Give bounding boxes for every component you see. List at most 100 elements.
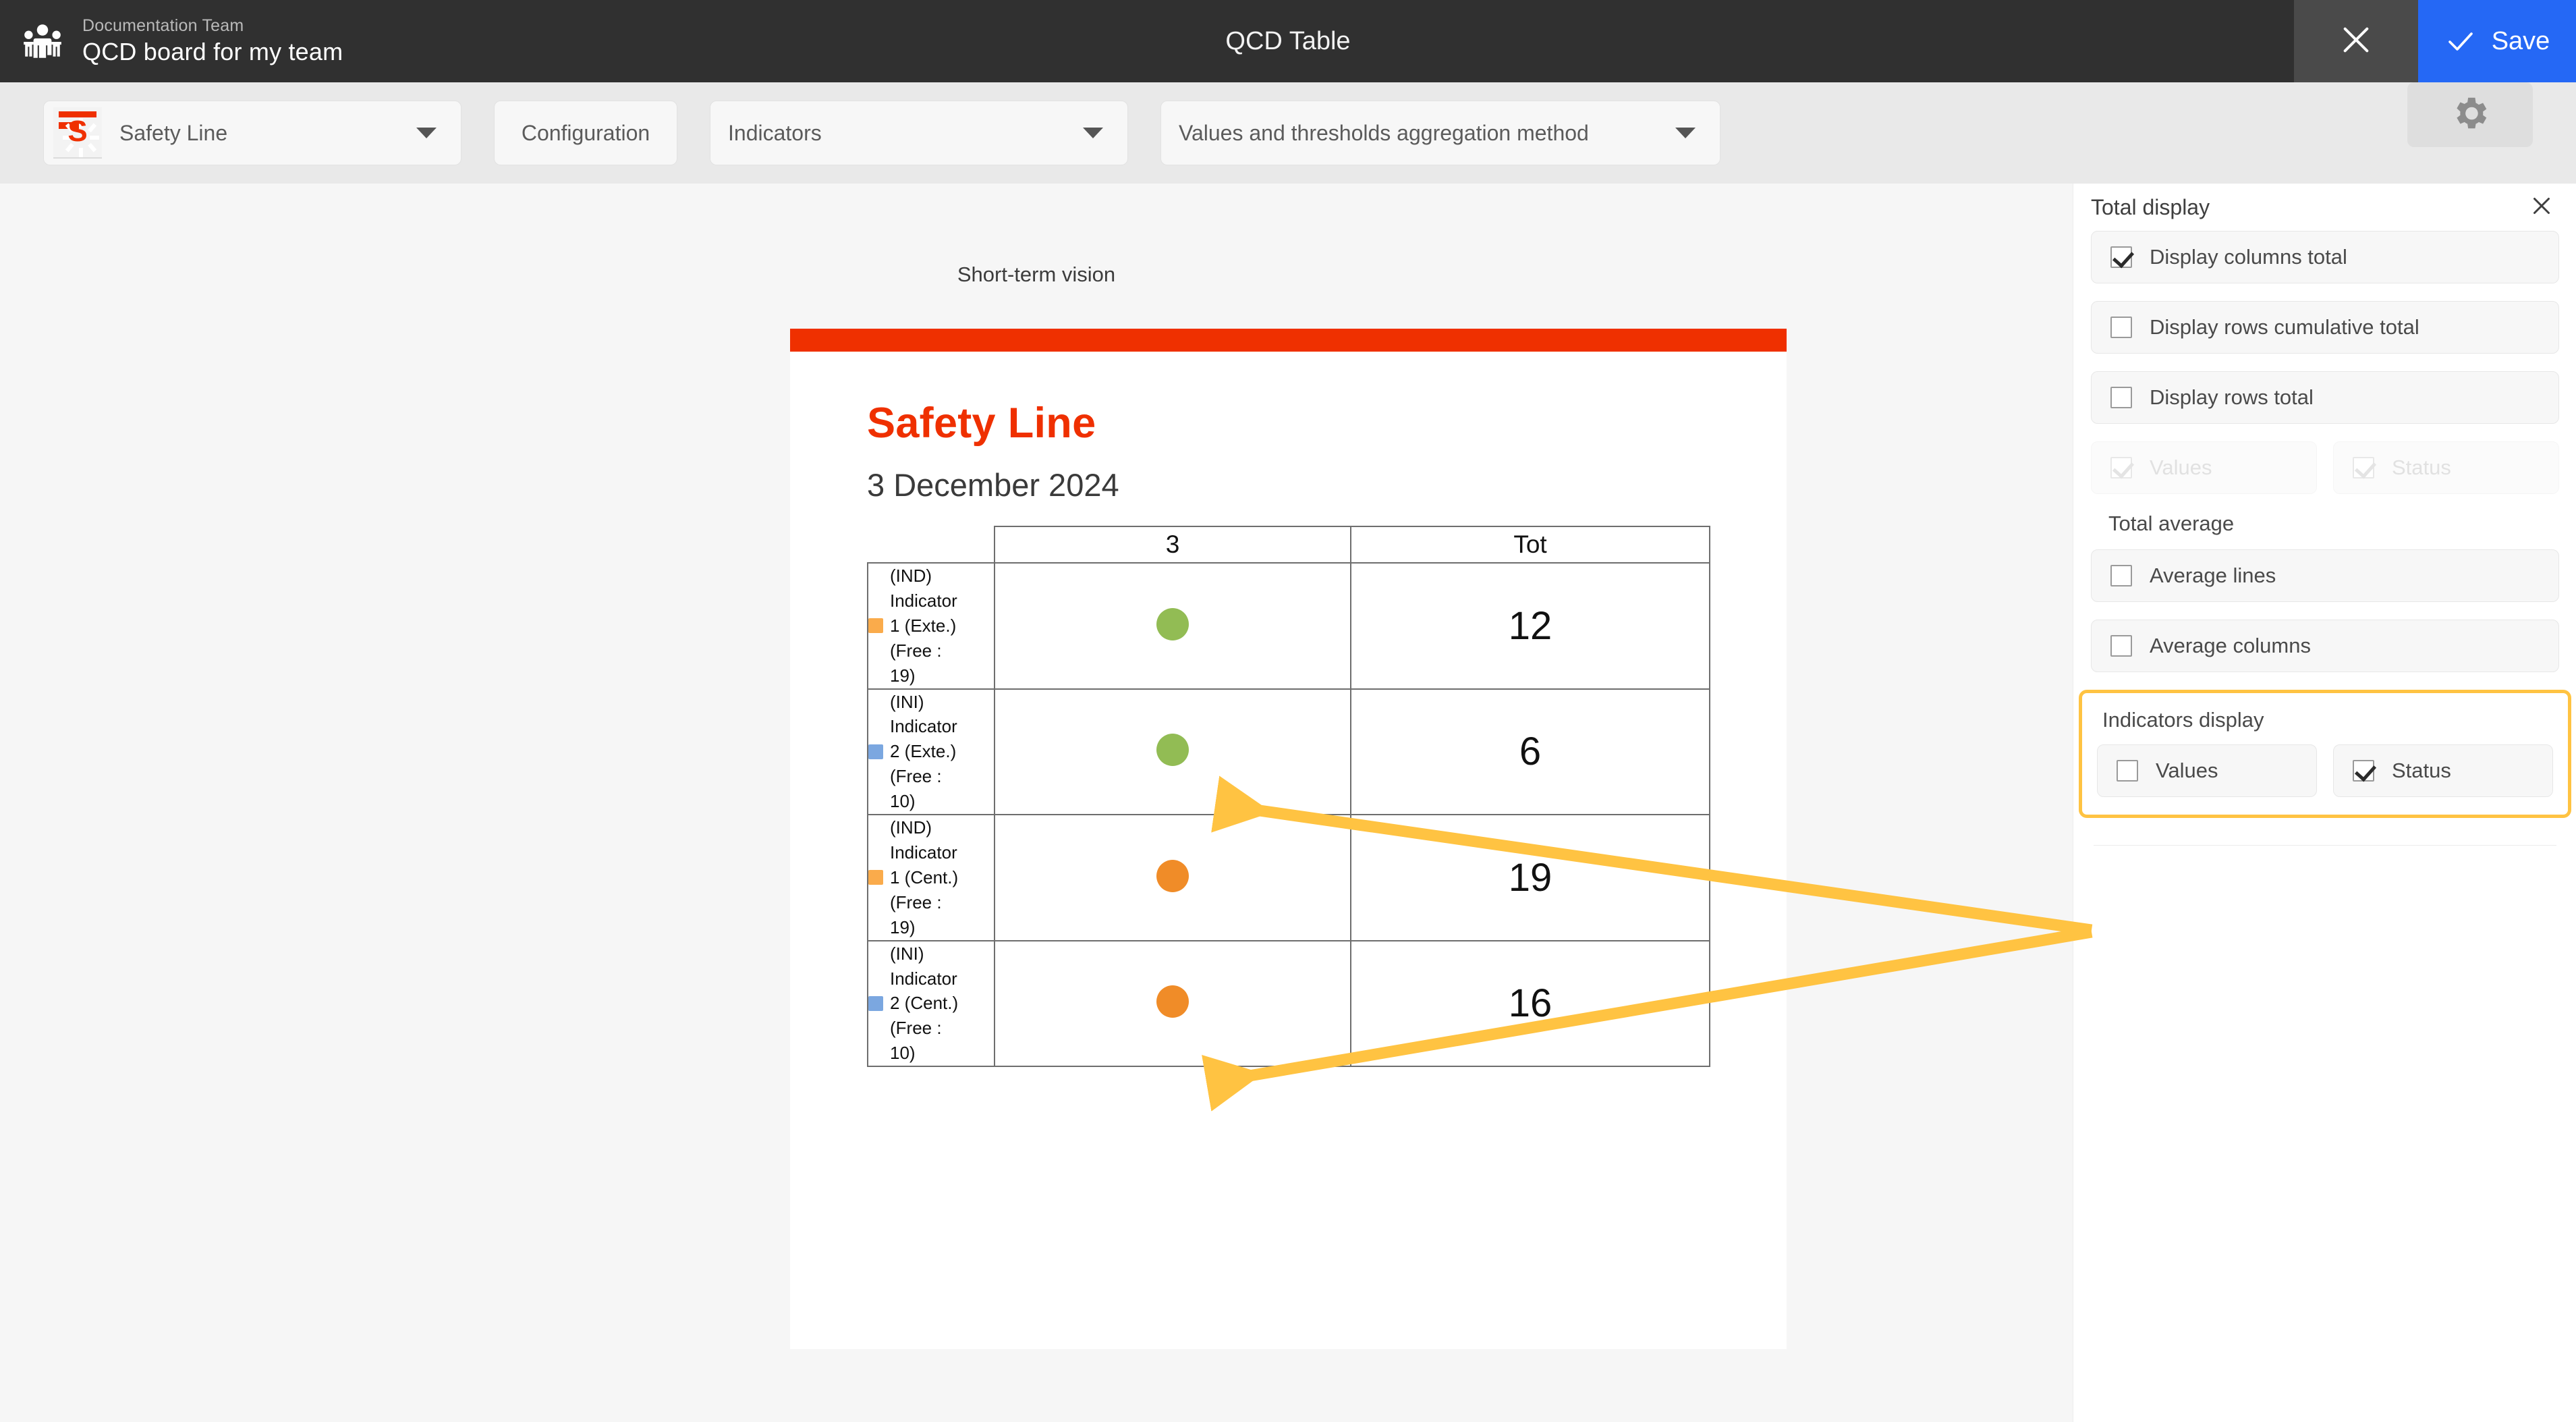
aggregation-method-dropdown[interactable]: Values and thresholds aggregation method bbox=[1160, 101, 1720, 165]
checkbox-checked-icon bbox=[2110, 457, 2132, 478]
indicators-dropdown[interactable]: Indicators bbox=[710, 101, 1128, 165]
titlebar-actions: Save bbox=[2294, 0, 2576, 82]
table-header-corner bbox=[868, 526, 995, 563]
status-dot-orange bbox=[1156, 985, 1189, 1018]
total-cell: 19 bbox=[1350, 814, 1710, 941]
panel-close-button[interactable] bbox=[2527, 192, 2556, 222]
total-display-option-status: Status bbox=[2333, 441, 2559, 494]
qcd-document-card: Safety Line 3 December 2024 3 Tot (IND) I… bbox=[790, 329, 1787, 1349]
table-header-col-3: 3 bbox=[994, 526, 1351, 564]
people-group-icon bbox=[20, 19, 65, 63]
row-label-cell: (INI) Indicator 2 (Cent.) (Free :10) bbox=[867, 939, 995, 1068]
row-label-text: (IND) Indicator 1 (Cent.) (Free :19) bbox=[890, 817, 959, 937]
table-row: (IND) Indicator 1 (Exte.) (Free :19) 12 bbox=[867, 562, 1710, 690]
chevron-down-icon bbox=[1675, 128, 1696, 138]
option-label: Average columns bbox=[2150, 634, 2311, 657]
row-color-swatch bbox=[868, 618, 883, 634]
status-dot-green bbox=[1156, 607, 1189, 640]
chevron-down-icon bbox=[1083, 128, 1103, 138]
option-row: Display rows cumulative total bbox=[2073, 301, 2576, 354]
card-title: Safety Line bbox=[867, 400, 1096, 447]
indicators-display-option-values[interactable]: Values bbox=[2097, 744, 2317, 797]
close-icon bbox=[2337, 21, 2375, 62]
option-display-rows-cumulative-total[interactable]: Display rows cumulative total bbox=[2091, 301, 2559, 354]
table-row: (INI) Indicator 2 (Cent.) (Free :10) 16 bbox=[867, 939, 1710, 1068]
settings-button[interactable] bbox=[2407, 82, 2533, 147]
checkbox-checked-icon[interactable] bbox=[2110, 246, 2132, 268]
table-row: (INI) Indicator 2 (Exte.) (Free :10) 6 bbox=[867, 688, 1710, 816]
row-color-swatch bbox=[868, 870, 883, 885]
indicators-display-options: Values Status bbox=[2082, 744, 2568, 797]
option-label: Status bbox=[2392, 456, 2451, 479]
status-cell[interactable] bbox=[994, 814, 1351, 941]
check-icon bbox=[2444, 25, 2477, 57]
total-display-value-status-pair: Values Status bbox=[2073, 441, 2576, 494]
checkbox-checked-icon bbox=[2353, 457, 2374, 478]
checkbox-unchecked-icon[interactable] bbox=[2110, 565, 2132, 586]
configuration-button-label: Configuration bbox=[521, 120, 650, 145]
option-average-lines[interactable]: Average lines bbox=[2091, 549, 2559, 602]
table-row: (IND) Indicator 1 (Cent.) (Free :19) 19 bbox=[867, 814, 1710, 941]
option-label: Status bbox=[2392, 759, 2451, 782]
qcd-table-body: (IND) Indicator 1 (Exte.) (Free :19) 12 (INI)… bbox=[867, 562, 1710, 1068]
panel-title: Total display bbox=[2091, 194, 2210, 219]
project-thumb-letter: S bbox=[67, 115, 88, 148]
option-label: Average lines bbox=[2150, 564, 2276, 587]
team-block: Documentation Team QCD board for my team bbox=[0, 16, 607, 67]
team-text: Documentation Team QCD board for my team bbox=[82, 16, 343, 67]
save-button[interactable]: Save bbox=[2418, 0, 2576, 82]
option-average-columns[interactable]: Average columns bbox=[2091, 620, 2559, 672]
project-thumbnail-icon: S bbox=[53, 107, 102, 159]
board-canvas: Short-term vision Safety Line 3 December… bbox=[0, 184, 2073, 1422]
aggregation-method-label: Values and thresholds aggregation method bbox=[1179, 120, 1589, 145]
panel-header: Total display bbox=[2073, 184, 2576, 231]
total-average-options: Average lines Average columns bbox=[2073, 549, 2576, 672]
checkbox-checked-icon[interactable] bbox=[2353, 760, 2374, 782]
card-date: 3 December 2024 bbox=[867, 467, 1119, 503]
option-display-columns-total[interactable]: Display columns total bbox=[2091, 231, 2559, 283]
option-row: Display columns total bbox=[2073, 231, 2576, 283]
checkbox-unchecked-icon[interactable] bbox=[2110, 317, 2132, 338]
indicators-display-option-status[interactable]: Status bbox=[2333, 744, 2553, 797]
row-label-text: (INI) Indicator 2 (Cent.) (Free :10) bbox=[890, 943, 959, 1064]
option-display-rows-total[interactable]: Display rows total bbox=[2091, 371, 2559, 424]
status-dot-orange bbox=[1156, 859, 1189, 892]
app-root: Documentation Team QCD board for my team… bbox=[0, 0, 2576, 1422]
total-cell: 12 bbox=[1350, 562, 1710, 690]
status-cell[interactable] bbox=[994, 688, 1351, 816]
option-row: Display rows total bbox=[2073, 371, 2576, 424]
panel-divider bbox=[2094, 845, 2556, 846]
option-label: Values bbox=[2150, 456, 2212, 479]
option-row: Average columns bbox=[2073, 620, 2576, 672]
status-cell[interactable] bbox=[994, 939, 1351, 1068]
project-selector[interactable]: S Safety Line bbox=[43, 101, 461, 165]
row-label-text: (IND) Indicator 1 (Exte.) (Free :19) bbox=[890, 566, 957, 686]
checkbox-unchecked-icon[interactable] bbox=[2110, 387, 2132, 408]
project-selector-label: Safety Line bbox=[119, 120, 228, 145]
indicators-display-label: Indicators display bbox=[2102, 708, 2264, 732]
total-cell: 16 bbox=[1350, 939, 1710, 1068]
row-color-swatch bbox=[868, 744, 883, 759]
checkbox-unchecked-icon[interactable] bbox=[2110, 635, 2132, 657]
total-cell: 6 bbox=[1350, 688, 1710, 816]
toolbar: S Safety Line Configuration Indicators V… bbox=[0, 82, 2576, 184]
close-button[interactable] bbox=[2294, 0, 2418, 82]
table-header-row: 3 Tot bbox=[868, 526, 1710, 564]
team-name: Documentation Team bbox=[82, 16, 244, 35]
total-display-option-values: Values bbox=[2091, 441, 2317, 494]
row-color-swatch bbox=[868, 995, 883, 1011]
total-display-panel: Total display Display columns total Displ… bbox=[2073, 184, 2576, 1422]
option-label: Display rows total bbox=[2150, 385, 2314, 409]
option-row: Average lines bbox=[2073, 549, 2576, 602]
checkbox-unchecked-icon[interactable] bbox=[2117, 760, 2138, 782]
qcd-table-head: 3 Tot bbox=[868, 526, 1710, 564]
status-dot-green bbox=[1156, 734, 1189, 767]
configuration-button[interactable]: Configuration bbox=[494, 101, 677, 165]
option-label: Display rows cumulative total bbox=[2150, 315, 2419, 339]
status-cell[interactable] bbox=[994, 562, 1351, 690]
option-label: Display columns total bbox=[2150, 245, 2347, 269]
table-header-col-tot: Tot bbox=[1350, 526, 1710, 564]
gear-icon bbox=[2449, 92, 2491, 138]
indicators-display-highlight: Indicators display Values Status bbox=[2079, 690, 2571, 818]
chevron-down-icon bbox=[416, 128, 437, 138]
